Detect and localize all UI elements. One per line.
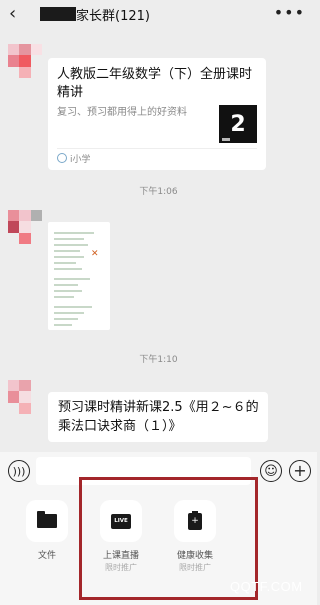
thumbnail-mark	[222, 138, 230, 141]
doc-text-line	[54, 318, 78, 320]
timestamp: 下午1:06	[139, 187, 178, 197]
mini-program-icon	[57, 153, 67, 163]
doc-text-line	[54, 262, 76, 264]
message-text: 预习课时精讲新课2.5《用２~６的乘法口诀求商（１）》	[58, 400, 259, 434]
plus-icon[interactable]: +	[289, 460, 311, 482]
avatar[interactable]	[8, 44, 42, 78]
avatar[interactable]	[8, 380, 42, 414]
doc-text-line	[54, 290, 82, 292]
article-title: 人教版二年级数学（下）全册课时精讲	[57, 67, 253, 100]
doc-text-line	[54, 250, 80, 252]
tool-label: 文件	[37, 551, 56, 561]
timestamp: 下午1:10	[139, 355, 178, 365]
doc-text-line	[54, 296, 74, 298]
doc-stamp-mark: ✕	[91, 249, 99, 259]
document-image[interactable]: ✕	[48, 222, 110, 330]
avatar[interactable]	[8, 210, 42, 244]
text-message-bubble[interactable]: 预习课时精讲新课2.5《用２~６的乘法口诀求商（１）》	[48, 392, 268, 442]
article-thumbnail: 2	[219, 105, 257, 143]
doc-text-line	[54, 244, 88, 246]
chat-header: ‹ 家长群(121) •••	[0, 0, 317, 30]
doc-text-line	[54, 268, 82, 270]
chevron-left-icon[interactable]: ‹	[9, 4, 16, 24]
voice-icon[interactable]: )))	[8, 460, 30, 482]
tool-file-button[interactable]	[26, 500, 68, 542]
shared-article-card[interactable]: 人教版二年级数学（下）全册课时精讲 复习、预习都用得上的好资料 2 i小学	[48, 58, 266, 170]
doc-text-line	[54, 306, 92, 308]
chat-title: 家长群(121)	[76, 8, 150, 24]
folder-icon	[37, 511, 57, 528]
doc-text-line	[54, 284, 78, 286]
chat-title-wrap: 家长群(121)	[40, 5, 150, 24]
thumbnail-number: 2	[230, 111, 246, 137]
article-description: 复习、预习都用得上的好资料	[57, 107, 187, 118]
tool-file[interactable]: 文件	[17, 500, 77, 561]
watermark: QQTF.COM	[230, 579, 303, 594]
emoji-icon[interactable]: ☺	[260, 460, 282, 482]
doc-text-line	[54, 324, 72, 326]
card-divider	[57, 148, 257, 149]
redacted-name	[40, 7, 76, 21]
doc-text-line	[54, 256, 84, 258]
doc-text-line	[54, 278, 90, 280]
doc-text-line	[54, 238, 84, 240]
more-dots-icon[interactable]: •••	[274, 3, 305, 22]
doc-text-line	[54, 232, 94, 234]
doc-text-line	[54, 312, 84, 314]
article-source: i小学	[70, 155, 91, 165]
